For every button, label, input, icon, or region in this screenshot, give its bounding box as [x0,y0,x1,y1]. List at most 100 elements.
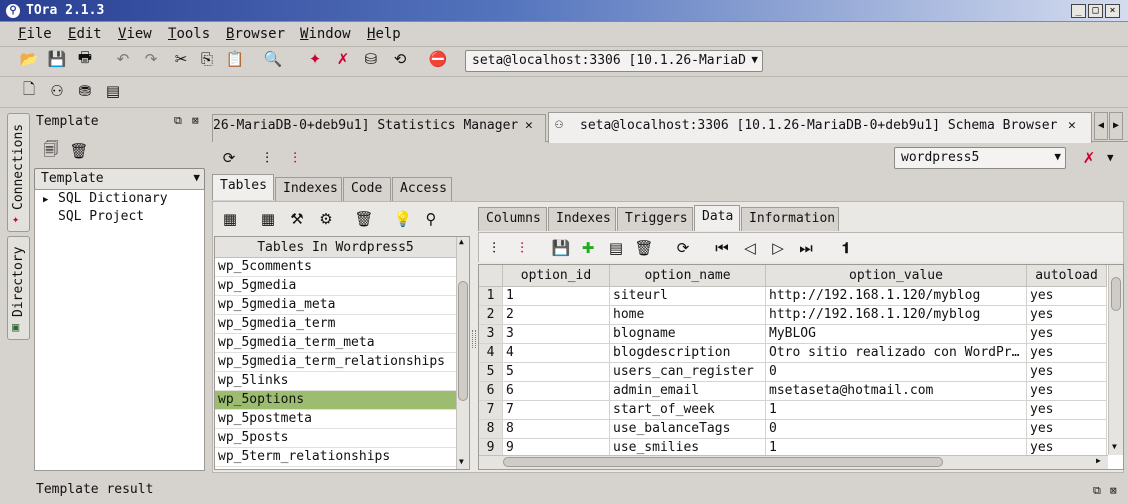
column-header[interactable]: autoload [1027,265,1107,287]
table-list-item[interactable]: wp_5links [215,372,456,391]
tab-indexes[interactable]: Indexes [275,177,342,201]
option-value-cell[interactable]: 1 [766,401,1027,420]
column-header[interactable]: option_id [503,265,610,287]
column-header[interactable]: option_value [766,265,1027,287]
close-panel-icon[interactable]: ⊠ [1110,484,1117,497]
minimize-button[interactable]: _ [1071,4,1086,18]
template-select[interactable]: Template ▼ [34,168,205,190]
previous-record-icon[interactable]: ◁ [739,237,761,259]
new-template-icon[interactable]: 🗐 [40,140,62,162]
schema-browser-icon[interactable]: ⚇ [46,80,68,102]
scroll-down-icon[interactable]: ▼ [459,457,464,466]
option-name-cell[interactable]: users_can_register [610,363,766,382]
table-list-item[interactable]: wp_5term_relationships [215,448,456,467]
first-record-icon[interactable]: ⏮ [711,237,733,259]
table-row[interactable]: 7 7 start_of_week 1 yes [479,401,1107,420]
drop-table-icon[interactable]: 🗑 [353,208,375,230]
save-icon[interactable]: 💾 [46,48,68,70]
option-id-cell[interactable]: 5 [503,363,610,382]
table-list-item[interactable]: wp_5postmeta [215,410,456,429]
float-panel-icon[interactable]: ⧉ [1093,484,1101,498]
expand-arrow-icon[interactable]: ▶ [43,195,58,205]
scroll-right-icon[interactable]: ▶ [1096,456,1101,465]
directory-side-tab[interactable]: Directory ▣ [7,236,30,340]
connections-side-tab[interactable]: Connections ✦ [7,113,30,232]
stop-icon[interactable]: ⛔ [427,48,449,70]
last-record-icon[interactable]: ⏭ [795,237,817,259]
close-icon[interactable]: ✕ [1068,118,1076,133]
tab-columns[interactable]: Columns [478,207,547,231]
option-id-cell[interactable]: 6 [503,382,610,401]
autoload-cell[interactable]: yes [1027,344,1107,363]
option-value-cell[interactable]: msetaseta@hotmail.com [766,382,1027,401]
filter-icon[interactable]: ⫶ [483,237,505,259]
search-icon[interactable]: 🔍 [262,48,284,70]
tab-tables[interactable]: Tables [212,174,274,200]
menu-item[interactable]: Help [367,26,401,42]
option-value-cell[interactable]: http://192.168.1.120/myblog [766,287,1027,306]
tables-scrollbar[interactable]: ▲ ▼ [456,237,469,469]
scroll-thumb[interactable] [458,281,468,401]
menu-item[interactable]: Edit [68,26,102,42]
option-value-cell[interactable]: http://192.168.1.120/myblog [766,306,1027,325]
close-button[interactable]: × [1105,4,1120,18]
option-name-cell[interactable]: admin_email [610,382,766,401]
schema-select[interactable]: wordpress5 ▼ [894,147,1066,169]
clear-filter-icon[interactable]: ⫶ [511,237,533,259]
table-row[interactable]: 8 8 use_balanceTags 0 yes [479,420,1107,439]
scroll-down-icon[interactable]: ▼ [1112,442,1117,451]
modify-table-icon[interactable]: ▦ [257,208,279,230]
table-list-item[interactable]: wp_5gmedia_term [215,315,456,334]
table-list-item[interactable]: wp_5comments [215,258,456,277]
option-id-cell[interactable]: 1 [503,287,610,306]
table-list-item[interactable]: wp_5gmedia_meta [215,296,456,315]
tree-item[interactable]: SQL Project [43,209,144,227]
table-row[interactable]: 1 1 siteurl http://192.168.1.120/myblog yes [479,287,1107,306]
grid-horizontal-scrollbar[interactable]: ▶ [479,455,1108,469]
option-name-cell[interactable]: blogdescription [610,344,766,363]
option-value-cell[interactable]: 0 [766,420,1027,439]
delete-template-icon[interactable]: 🗑 [68,140,90,162]
tab-statistics-manager[interactable]: 26-MariaDB-0+deb9u1] Statistics Manager … [212,114,546,142]
delete-record-icon[interactable]: 🗑 [633,237,655,259]
autoload-cell[interactable]: yes [1027,306,1107,325]
duplicate-record-icon[interactable]: ▤ [605,237,627,259]
scroll-thumb[interactable] [503,457,943,467]
table-row[interactable]: 4 4 blogdescription Otro sitio realizado co… [479,344,1107,363]
open-folder-icon[interactable]: 📂 [18,48,40,70]
tab-code[interactable]: Code [343,177,391,201]
option-id-cell[interactable]: 7 [503,401,610,420]
new-document-icon[interactable]: 🗋 [18,80,40,102]
maximize-button[interactable]: □ [1088,4,1103,18]
refresh-icon[interactable]: ⟳ [218,147,240,169]
tree-item[interactable]: ▶ SQL Dictionary [43,191,168,209]
tab-schema-browser[interactable]: ⚇ seta@localhost:3306 [10.1.26-MariaDB-0… [548,112,1092,143]
enable-icon[interactable]: 💡 [392,208,414,230]
chevron-down-icon[interactable]: ▼ [1107,151,1114,164]
option-value-cell[interactable]: MyBLOG [766,325,1027,344]
paste-icon[interactable]: 📋 [224,48,246,70]
connect-icon[interactable]: ✦ [304,48,326,70]
option-name-cell[interactable]: siteurl [610,287,766,306]
autoload-cell[interactable]: yes [1027,401,1107,420]
table-row[interactable]: 6 6 admin_email msetaseta@hotmail.com yes [479,382,1107,401]
close-icon[interactable]: ✕ [525,118,533,133]
splitter-handle[interactable] [472,330,476,348]
menu-item[interactable]: File [18,26,52,42]
autoload-cell[interactable]: yes [1027,325,1107,344]
copy-icon[interactable]: ⎘ [196,48,218,70]
option-name-cell[interactable]: home [610,306,766,325]
menu-item[interactable]: Browser [226,26,285,42]
menu-item[interactable]: Window [300,26,351,42]
connection-select[interactable]: seta@localhost:3306 [10.1.26-MariaD ▼ [465,50,763,72]
close-panel-icon[interactable]: ⊠ [192,114,199,127]
option-id-cell[interactable]: 8 [503,420,610,439]
add-record-icon[interactable]: ✚ [577,237,599,259]
option-value-cell[interactable]: 0 [766,363,1027,382]
rollback-icon[interactable]: ⟲ [389,48,411,70]
table-list-item[interactable]: wp_5gmedia_term_relationships [215,353,456,372]
commit-icon[interactable]: ⛁ [360,48,382,70]
create-table-icon[interactable]: ▦ [219,208,241,230]
scroll-tabs-right-icon[interactable]: ▶ [1109,112,1123,140]
clear-filter-icon[interactable]: ⫶ [284,147,306,169]
